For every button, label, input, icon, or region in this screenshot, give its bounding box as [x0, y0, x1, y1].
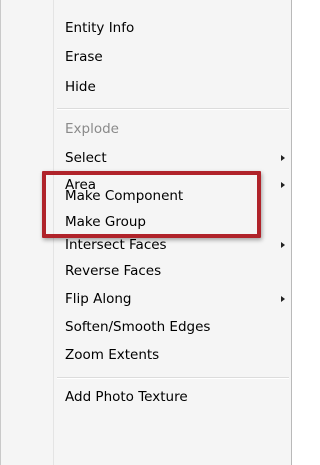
menu-item-label: Add Photo Texture — [65, 389, 188, 405]
icon-gutter-divider — [53, 0, 54, 465]
menu-item-label: Intersect Faces — [65, 237, 167, 253]
menu-item-erase[interactable]: Erase — [65, 46, 291, 68]
menu-item-add-photo-texture[interactable]: Add Photo Texture — [65, 386, 291, 408]
menu-item-label: Entity Info — [65, 20, 135, 36]
menu-item-make-group[interactable]: Make Group — [65, 211, 291, 233]
menu-item-label: Select — [65, 150, 107, 166]
menu-item-label: Explode — [65, 121, 119, 137]
menu-item-label: Make Component — [65, 188, 184, 204]
menu-item-label: Hide — [65, 79, 96, 95]
menu-item-label: Flip Along — [65, 291, 132, 307]
menu-item-label: Erase — [65, 49, 103, 65]
context-menu: Entity Info Erase Hide Explode Select Ar… — [0, 0, 292, 465]
menu-item-select[interactable]: Select — [65, 147, 291, 169]
menu-item-zoom-extents[interactable]: Zoom Extents — [65, 344, 291, 366]
menu-item-flip-along[interactable]: Flip Along — [65, 288, 291, 310]
menu-item-label: Make Group — [65, 214, 146, 230]
menu-item-reverse-faces[interactable]: Reverse Faces — [65, 260, 291, 282]
menu-item-soften-smooth-edges[interactable]: Soften/Smooth Edges — [65, 316, 291, 338]
menu-item-explode: Explode — [65, 118, 291, 140]
menu-item-make-component[interactable]: Make Component — [65, 185, 291, 207]
submenu-arrow-icon — [281, 155, 285, 161]
menu-separator — [57, 377, 289, 379]
menu-item-entity-info[interactable]: Entity Info — [65, 17, 291, 39]
menu-separator — [57, 108, 289, 110]
menu-item-label: Reverse Faces — [65, 263, 162, 279]
menu-item-intersect-faces[interactable]: Intersect Faces — [65, 234, 291, 256]
menu-item-hide[interactable]: Hide — [65, 76, 291, 98]
submenu-arrow-icon — [281, 242, 285, 248]
menu-item-label: Zoom Extents — [65, 347, 160, 363]
menu-item-label: Soften/Smooth Edges — [65, 319, 211, 335]
submenu-arrow-icon — [281, 296, 285, 302]
